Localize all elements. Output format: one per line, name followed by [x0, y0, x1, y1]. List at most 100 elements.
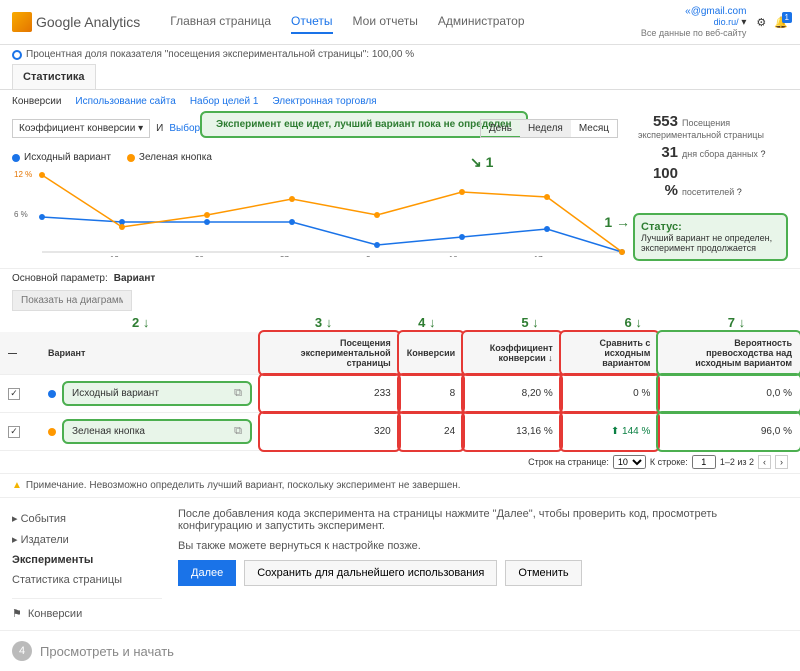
pager-range: 1–2 из 2	[720, 457, 754, 467]
row-checkbox[interactable]: ✓	[8, 388, 20, 400]
nav-home[interactable]: Главная страница	[170, 10, 271, 34]
cell-compare: 0 %	[561, 375, 659, 413]
rows-per-page-select[interactable]: 10	[613, 455, 646, 469]
pager-next-button[interactable]: ›	[775, 455, 788, 469]
side-publishers[interactable]: ▸ Издатели	[12, 529, 162, 550]
experiment-note: ▲Примечание. Невозможно определить лучши…	[0, 473, 800, 498]
next-button[interactable]: Далее	[178, 560, 236, 586]
time-range-toggle: День Неделя Месяц	[480, 119, 618, 138]
th-variant[interactable]: Вариант	[40, 332, 260, 375]
dropdown-icon[interactable]: ▾	[741, 17, 746, 28]
wizard-step[interactable]: 4 Просмотреть и начать	[0, 630, 800, 671]
warning-icon: ▲	[12, 480, 22, 491]
logo-text: Google Analytics	[36, 14, 140, 30]
side-conversions[interactable]: ⚑Конверсии	[12, 607, 162, 620]
breadcrumb-dot-icon	[12, 50, 22, 60]
subtab-goal-set[interactable]: Набор целей 1	[190, 96, 259, 107]
logo[interactable]: Google Analytics	[12, 12, 140, 32]
svg-text:3 нов.: 3 нов.	[366, 255, 388, 257]
property-link[interactable]: dio.ru/	[714, 17, 739, 27]
step-number-icon: 4	[12, 641, 32, 661]
analytics-logo-icon	[12, 12, 32, 32]
cell-visits: 320	[260, 413, 399, 451]
legend-label-variant: Зеленая кнопка	[139, 152, 212, 163]
side-events[interactable]: ▸ События	[12, 508, 162, 529]
th-compare[interactable]: Сравнить с исходным вариантом	[561, 332, 659, 375]
th-expand[interactable]: —	[0, 332, 40, 375]
side-experiments[interactable]: Эксперименты	[12, 550, 162, 570]
gear-icon[interactable]: ⚙	[756, 16, 766, 29]
main-nav: Главная страница Отчеты Мои отчеты Админ…	[170, 10, 524, 34]
cell-probability: 0,0 %	[658, 375, 800, 413]
variant-name[interactable]: Исходный вариант	[72, 388, 159, 399]
legend-dot-variant	[127, 154, 135, 162]
th-visits[interactable]: Посещения экспериментальной страницы	[260, 332, 399, 375]
view-label: Все данные по веб-сайту	[641, 28, 747, 38]
pager-prev-button[interactable]: ‹	[758, 455, 771, 469]
external-link-icon[interactable]: ⧉	[234, 387, 242, 400]
nav-my-reports[interactable]: Мои отчеты	[353, 10, 418, 34]
results-table: — Вариант Посещения экспериментальной ст…	[0, 332, 800, 451]
svg-text:20 окт.: 20 окт.	[195, 255, 219, 257]
experiment-status-banner: Эксперимент еще идет, лучший вариант пок…	[200, 111, 528, 138]
breadcrumb: Процентная доля показателя "посещения эк…	[0, 45, 800, 64]
table-row: ✓ Исходный вариант⧉ 233 8 8,20 % 0 % 0,0…	[0, 375, 800, 413]
status-box-text: Лучший вариант не определен, эксперимент…	[641, 233, 780, 253]
nav-reports[interactable]: Отчеты	[291, 10, 332, 34]
metric-subtabs: Конверсии Использование сайта Набор целе…	[0, 90, 800, 113]
legend-label-original: Исходный вариант	[24, 152, 111, 163]
external-link-icon[interactable]: ⧉	[234, 425, 242, 438]
app-header: Google Analytics Главная страница Отчеты…	[0, 0, 800, 45]
time-day[interactable]: День	[481, 120, 520, 137]
flag-icon: ⚑	[12, 607, 22, 620]
subtab-ecommerce[interactable]: Электронная торговля	[272, 96, 376, 107]
variant-color-icon	[48, 390, 56, 398]
chart-legend: Исходный вариант Зеленая кнопка	[12, 152, 788, 163]
variant-color-icon	[48, 428, 56, 436]
cell-probability: 96,0 %	[658, 413, 800, 451]
cell-conversions: 8	[399, 375, 463, 413]
save-later-button[interactable]: Сохранить для дальнейшего использования	[244, 560, 497, 586]
svg-text:12 %: 12 %	[14, 170, 32, 179]
line-chart: 12 % 6 % 13 окт.20 окт.27 окт.3 нов.10 н…	[12, 167, 632, 257]
annotation-1b: 1 →	[604, 214, 630, 230]
notifications-button[interactable]: 🔔 1	[774, 16, 788, 29]
param-value: Вариант	[114, 273, 156, 284]
cancel-button[interactable]: Отменить	[505, 560, 581, 586]
time-month[interactable]: Месяц	[571, 120, 617, 137]
cell-rate: 13,16 %	[463, 413, 561, 451]
legend-dot-original	[12, 154, 20, 162]
chart-filter-input	[12, 290, 132, 311]
goto-row-input[interactable]	[692, 455, 716, 469]
status-box: Статус: Лучший вариант не определен, экс…	[633, 213, 788, 261]
subtab-conversions[interactable]: Конверсии	[12, 96, 61, 107]
subtab-site-usage[interactable]: Использование сайта	[75, 96, 175, 107]
param-label: Основной параметр:	[12, 273, 108, 284]
notification-badge: 1	[782, 12, 792, 23]
status-box-title: Статус:	[641, 221, 780, 233]
nav-admin[interactable]: Администратор	[438, 10, 525, 34]
svg-text:13 окт.: 13 окт.	[110, 255, 134, 257]
cell-compare: ⬆ 144 %	[561, 413, 659, 451]
up-arrow-icon: ⬆	[611, 426, 619, 437]
tab-statistics[interactable]: Статистика	[12, 64, 96, 89]
account-email[interactable]: «@gmail.com	[685, 6, 746, 17]
annotation-1: ↘ 1	[470, 154, 493, 171]
svg-text:10 нов.: 10 нов.	[449, 255, 475, 257]
cell-conversions: 24	[399, 413, 463, 451]
metric-select[interactable]: Коэффициент конверсии ▾	[12, 119, 150, 138]
variant-name[interactable]: Зеленая кнопка	[72, 426, 145, 437]
th-conversions[interactable]: Конверсии	[399, 332, 463, 375]
column-annotations: 2 ↓ 3 ↓ 4 ↓ 5 ↓ 6 ↓ 7 ↓	[0, 313, 800, 332]
time-week[interactable]: Неделя	[520, 120, 571, 137]
and-label: И	[156, 123, 163, 134]
goto-row-label: К строке:	[650, 457, 688, 467]
row-checkbox[interactable]: ✓	[8, 426, 20, 438]
table-pager: Строк на странице: 10 К строке: 1–2 из 2…	[0, 451, 800, 473]
svg-text:27 окт.: 27 окт.	[280, 255, 304, 257]
svg-text:17 нов.: 17 нов.	[534, 255, 560, 257]
side-page-stats[interactable]: Статистика страницы	[12, 570, 162, 590]
th-rate: Коэффициент конверсии ↓	[463, 332, 561, 375]
rows-per-page-label: Строк на странице:	[528, 457, 609, 467]
th-probability[interactable]: Вероятность превосходства над исходным в…	[658, 332, 800, 375]
